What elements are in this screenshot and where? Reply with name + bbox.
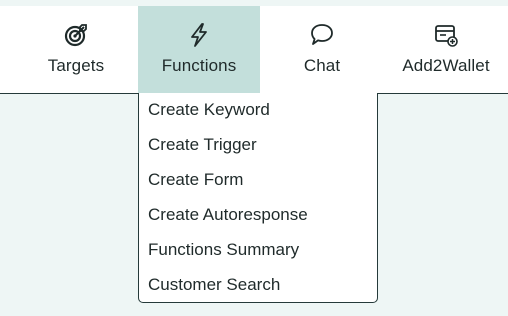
chat-bubble-icon: [309, 22, 335, 48]
menu-item-functions-summary[interactable]: Functions Summary: [148, 240, 299, 260]
nav-label-chat: Chat: [303, 56, 341, 75]
menu-item-create-keyword[interactable]: Create Keyword: [148, 100, 270, 120]
menu-item-create-trigger[interactable]: Create Trigger: [148, 135, 257, 155]
main-navbar: Targets Functions Chat Add2Wallet: [0, 6, 508, 94]
functions-dropdown-menu: Create Keyword Create Trigger Create For…: [138, 93, 378, 303]
target-icon: [63, 22, 89, 48]
nav-label-add2wallet: Add2Wallet: [402, 56, 490, 75]
menu-item-create-autoresponse[interactable]: Create Autoresponse: [148, 205, 308, 225]
wallet-card-add-icon: [433, 22, 459, 48]
nav-label-functions: Functions: [161, 56, 237, 75]
lightning-icon: [186, 22, 212, 48]
nav-item-functions[interactable]: Functions: [138, 6, 260, 93]
menu-item-create-form[interactable]: Create Form: [148, 170, 243, 190]
nav-label-targets: Targets: [47, 56, 105, 75]
nav-item-add2wallet[interactable]: Add2Wallet: [384, 6, 508, 93]
menu-item-customer-search[interactable]: Customer Search: [148, 275, 280, 295]
nav-item-targets[interactable]: Targets: [15, 6, 137, 93]
nav-item-chat[interactable]: Chat: [261, 6, 383, 93]
